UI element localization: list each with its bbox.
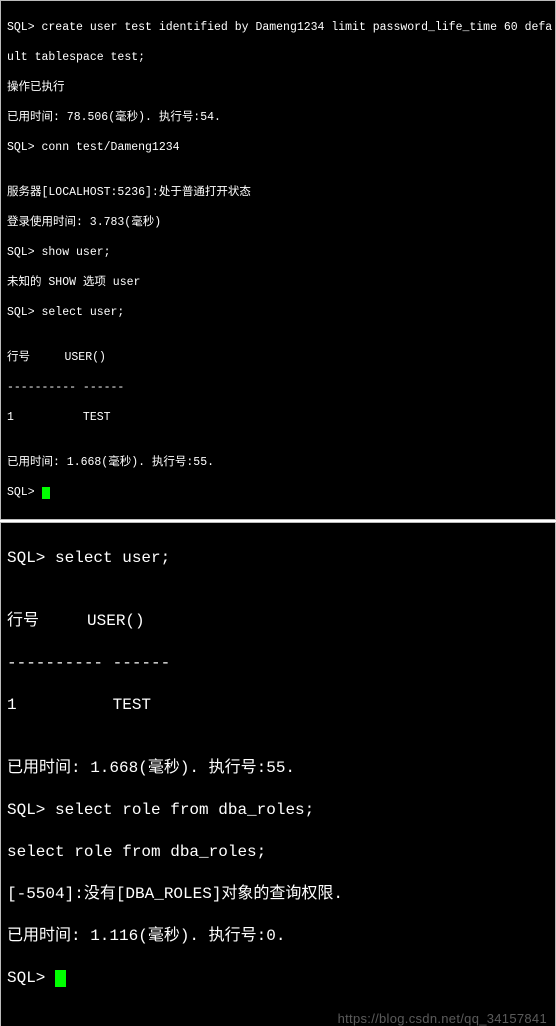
- output-line: select role from dba_roles;: [7, 842, 549, 863]
- output-line: 行号 USER(): [7, 350, 549, 365]
- output-line: 已用时间: 1.668(毫秒). 执行号:55.: [7, 758, 549, 779]
- output-line: SQL> select user;: [7, 305, 549, 320]
- output-line: 未知的 SHOW 选项 user: [7, 275, 549, 290]
- output-line: 行号 USER(): [7, 611, 549, 632]
- output-line: SQL> create user test identified by Dame…: [7, 20, 549, 35]
- prompt-text: SQL>: [7, 486, 42, 499]
- cursor-icon: [42, 487, 50, 499]
- watermark-text: https://blog.csdn.net/qq_34157841: [338, 1008, 547, 1026]
- output-line: 服务器[LOCALHOST:5236]:处于普通打开状态: [7, 185, 549, 200]
- output-line: 已用时间: 1.116(毫秒). 执行号:0.: [7, 926, 549, 947]
- output-line: SQL> select user;: [7, 548, 549, 569]
- output-line: ult tablespace test;: [7, 50, 549, 65]
- output-line: SQL> conn test/Dameng1234: [7, 140, 549, 155]
- output-line: [-5504]:没有[DBA_ROLES]对象的查询权限.: [7, 884, 549, 905]
- prompt-line[interactable]: SQL>: [7, 485, 549, 500]
- prompt-line[interactable]: SQL>: [7, 968, 549, 989]
- output-line: 1 TEST: [7, 695, 549, 716]
- output-line: ---------- ------: [7, 653, 549, 674]
- prompt-text: SQL>: [7, 969, 55, 987]
- output-line: SQL> show user;: [7, 245, 549, 260]
- output-line: ---------- ------: [7, 380, 549, 395]
- output-line: 登录使用时间: 3.783(毫秒): [7, 215, 549, 230]
- terminal-session-2[interactable]: SQL> select user; 行号 USER() ---------- -…: [0, 522, 556, 1026]
- output-line: 1 TEST: [7, 410, 549, 425]
- output-line: 操作已执行: [7, 80, 549, 95]
- output-line: SQL> select role from dba_roles;: [7, 800, 549, 821]
- output-line: 已用时间: 1.668(毫秒). 执行号:55.: [7, 455, 549, 470]
- terminal-session-1[interactable]: SQL> create user test identified by Dame…: [0, 0, 556, 520]
- output-line: 已用时间: 78.506(毫秒). 执行号:54.: [7, 110, 549, 125]
- cursor-icon: [55, 970, 66, 987]
